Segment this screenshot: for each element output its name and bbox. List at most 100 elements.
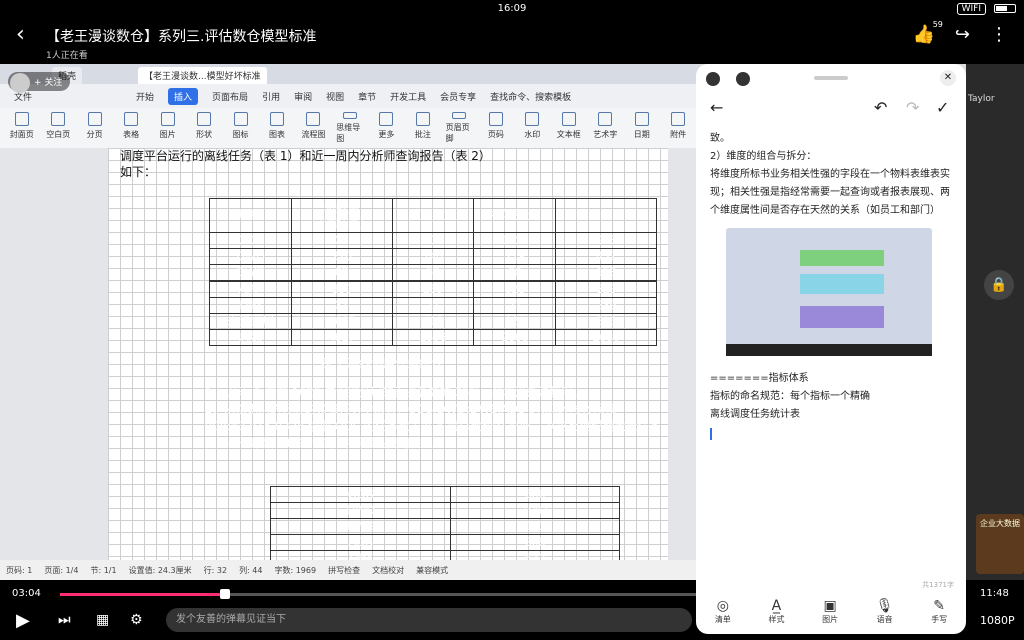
- table-row: DWD 220 140 219 432: [209, 248, 657, 265]
- back-icon[interactable]: ←: [710, 98, 723, 117]
- ribbon-label: 图表: [269, 130, 286, 139]
- undo-icon[interactable]: ↶: [874, 98, 887, 117]
- confirm-icon[interactable]: ✓: [936, 98, 949, 117]
- ribbon-label: 空白页: [46, 130, 71, 139]
- table-row: DWS 63 53 60 153: [209, 264, 657, 281]
- diagram-block: [800, 306, 884, 328]
- ribbon-icon: [233, 112, 248, 126]
- table-cell: 2328: [290, 232, 393, 249]
- table-cell: 113: [450, 518, 620, 535]
- table-cell: 1067: [450, 502, 620, 519]
- progress-bar[interactable]: [60, 589, 696, 599]
- danmu-input[interactable]: 发个友善的弹幕见证当下: [166, 608, 692, 632]
- status-item: 页码: 1: [6, 565, 33, 575]
- table-cell: DWS: [269, 518, 452, 535]
- ribbon-item: 批注: [409, 112, 436, 144]
- col-read-tasks: 读表任务数: [555, 198, 657, 233]
- follow-button[interactable]: + 关注: [8, 72, 71, 93]
- thumbs-up-icon[interactable]: 👍 59: [912, 20, 942, 45]
- menu-insert: 插入: [168, 87, 199, 105]
- note-screenshot[interactable]: [726, 228, 932, 356]
- play-icon[interactable]: ▶: [16, 610, 30, 631]
- ribbon-icon: [124, 112, 139, 126]
- menu-chapter: 章节: [358, 92, 377, 103]
- table-cell: APP: [209, 281, 292, 298]
- table-row: ADS 305: [269, 534, 620, 551]
- more-icon[interactable]: ⋮: [990, 24, 1008, 45]
- note-line: 2）维度的组合与拆分：: [710, 151, 817, 162]
- table-cell: 总数: [209, 329, 292, 346]
- status-item: 行: 32: [203, 565, 228, 575]
- table-cell: 220: [290, 248, 393, 265]
- ribbon-item: 日期: [628, 112, 655, 144]
- ribbon-label: 图片: [159, 130, 176, 139]
- ribbon-label: 思维导图: [336, 123, 361, 143]
- table-cell: 328: [555, 281, 657, 298]
- ribbon-item: 表格: [117, 112, 144, 144]
- ribbon-icon: [671, 112, 686, 126]
- ribbon-label: 文本框: [556, 130, 581, 139]
- note-panel: ✕ ← ↶ ↷ ✓ 致。 2）维度的组合与拆分： 将维度所标书业务相关性强的字段…: [696, 64, 966, 634]
- ribbon-icon: [160, 112, 175, 126]
- note-body[interactable]: 致。 2）维度的组合与拆分： 将维度所标书业务相关性强的字段在一个物料表维表实现…: [696, 126, 966, 444]
- ribbon-item: 形状: [190, 112, 217, 144]
- text-cursor: [710, 428, 712, 440]
- collapse-icon[interactable]: [736, 72, 750, 86]
- status-item: 字数: 1969: [274, 565, 317, 575]
- ribbon-item: 水印: [519, 112, 546, 144]
- ribbon-icon: [197, 112, 212, 126]
- table-row: APP 350 259 323 328: [209, 281, 657, 298]
- table-cell: 140: [391, 248, 475, 265]
- ribbon-icon: [51, 112, 66, 126]
- player-controls: 03:04 11:48 ▶ ⏭ ▦ ⚙ 发个友善的弹幕见证当下 1080P: [0, 580, 1024, 640]
- table-cell: 53: [391, 264, 475, 281]
- close-icon[interactable]: ✕: [940, 70, 956, 86]
- table-cell: 未识别层: [209, 313, 292, 330]
- ribbon-item: 分页: [81, 112, 108, 144]
- minimize-icon[interactable]: [706, 72, 720, 86]
- next-icon[interactable]: ⏭: [58, 612, 71, 628]
- table-cell: ADS: [269, 534, 452, 551]
- ribbon-icon: [488, 112, 503, 126]
- table-cell: 2668: [473, 329, 557, 346]
- redo-icon[interactable]: ↷: [906, 98, 919, 117]
- table-cell: 596: [555, 313, 657, 330]
- watching-count: 1人正在看: [46, 51, 88, 61]
- table-caption: 表 1 离线调度任务统计: [320, 356, 444, 370]
- table-cell: 321: [473, 313, 557, 330]
- screenshot-controls: [726, 344, 932, 356]
- drag-handle[interactable]: [814, 76, 848, 80]
- ribbon-label: 图标: [232, 130, 249, 139]
- promo-banner[interactable]: 企业大数据: [976, 514, 1024, 574]
- ribbon-label: 形状: [196, 130, 213, 139]
- ribbon-item: 页眉页脚: [446, 112, 473, 144]
- table-cell: 153: [555, 264, 657, 281]
- menu-member: 会员专享: [440, 92, 477, 103]
- table-cell: 63: [290, 264, 393, 281]
- note-line: 致。: [710, 133, 730, 144]
- ribbon-label: 分页: [86, 130, 103, 139]
- table-cell: 350: [290, 281, 393, 298]
- lock-icon[interactable]: 🔒: [984, 270, 1014, 300]
- ribbon-label: 日期: [633, 130, 650, 139]
- ribbon-icon: [415, 112, 430, 126]
- follow-label: + 关注: [34, 78, 63, 88]
- progress-knob[interactable]: [220, 589, 231, 599]
- quality-selector[interactable]: 1080P: [980, 614, 1015, 627]
- table-cell: 1596: [391, 329, 475, 346]
- table-row: ODS 656: [269, 486, 620, 503]
- status-item: 页面: 1/4: [44, 565, 79, 575]
- danmu-toggle-icon[interactable]: ▦: [96, 612, 109, 628]
- table-cell: 412: [391, 313, 475, 330]
- paragraph-2: 2、从以识别的分层的读表任务中来看，ODS:DWD:DWS:ADS 的读取任务分…: [205, 402, 661, 450]
- danmu-settings-icon[interactable]: ⚙: [130, 612, 143, 628]
- table-cell: 1625: [290, 313, 393, 330]
- table-cell: 323: [473, 281, 557, 298]
- table-cell: 656: [450, 486, 620, 503]
- progress-fill: [60, 593, 226, 596]
- table-cell: 27: [391, 297, 475, 314]
- wps-tab-bar: 稻壳 【老王漫谈数...模型好坏标准: [0, 64, 700, 84]
- back-arrow-icon[interactable]: ‹: [16, 22, 25, 47]
- share-icon[interactable]: ↪: [955, 24, 970, 45]
- table-cell: ODS: [209, 232, 292, 249]
